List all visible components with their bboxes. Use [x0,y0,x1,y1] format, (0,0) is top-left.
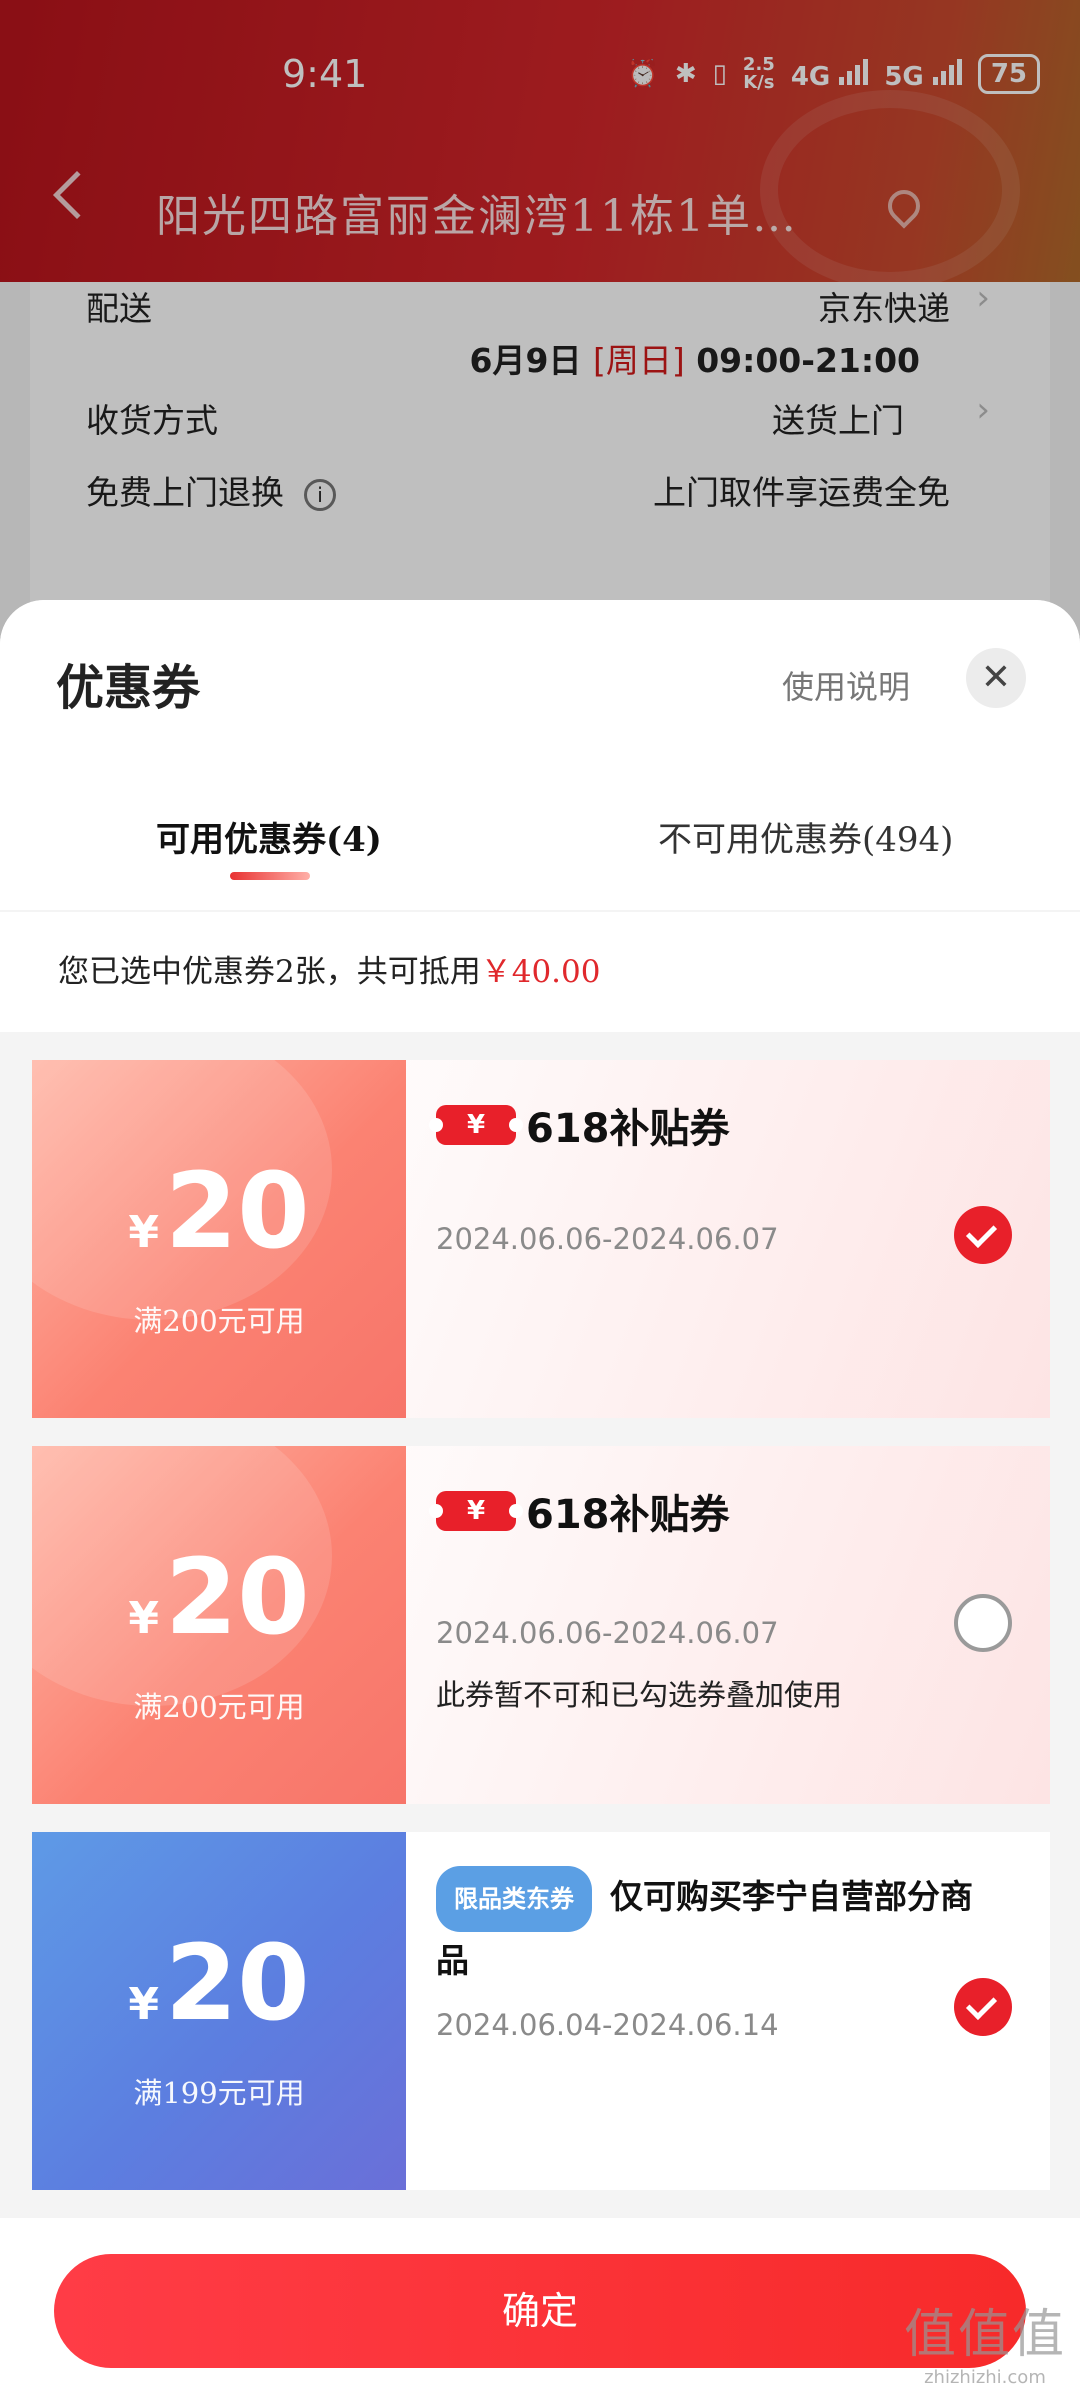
free-return-value: 上门取件享运费全免 [653,473,950,512]
coupon-name: 618补贴券 [526,1492,730,1538]
bluetooth-icon: ✱ [674,59,697,89]
coupon-card[interactable]: ¥20 满200元可用 ¥ 618补贴券 2024.06.06-2024.06.… [32,1446,1050,1804]
coupon-card[interactable]: ¥20 满200元可用 ¥ 618补贴券 2024.06.06-2024.06.… [32,1060,1050,1418]
signal-bars-icon [839,57,869,85]
delivery-weekday: [周日] [592,341,685,380]
coupon-amount: ¥20 [32,1928,406,2060]
delivery-row[interactable]: 配送 京东快递 [86,282,950,330]
status-time: 9:41 [282,52,368,96]
battery-icon: 75 [977,54,1040,94]
coupon-name: 618补贴券 [526,1106,730,1152]
signal-4g-label: 4G [790,61,831,92]
confirm-button[interactable]: 确定 [54,2254,1026,2368]
usage-instructions-link[interactable]: 使用说明 [782,662,910,708]
coupon-sheet: 优惠券 使用说明 ✕ 可用优惠券(4) 不可用优惠券(494) 您已选中优惠券2… [0,600,1080,2400]
coupon-amount: ¥20 [32,1156,406,1288]
receive-method-label: 收货方式 [86,401,218,440]
currency-symbol: ¥ [128,1979,159,2030]
currency-symbol: ¥ [128,1207,159,1258]
delivery-date: 6月9日 [469,341,582,380]
coupon-title: ¥ 618补贴券 [429,1096,730,1154]
summary-amount: ￥40.00 [480,954,601,990]
back-arrow-icon[interactable] [52,170,102,220]
status-bar: 9:41 ⏰ ✱ ▯ 2.5 K/s 4G 5G 75 [0,0,1080,150]
signal-5g-label: 5G [884,61,924,92]
yen-ticket-icon: ¥ [429,1105,523,1145]
coupon-validity: 2024.06.06-2024.06.07 [436,1616,779,1650]
coupon-title: 限品类东券 仅可购买李宁自营部分商品 [436,1866,996,1990]
coupon-amount-value: 20 [164,1536,310,1658]
delivery-value: 京东快递 [818,289,950,328]
coupon-condition: 满200元可用 [133,1304,305,1338]
coupon-title: ¥ 618补贴券 [429,1482,730,1540]
coupon-amount-value: 20 [164,1922,310,2044]
receive-method-value: 送货上门 [772,401,904,440]
watermark-logo: 值值值 zhizhizhi.com [904,2292,1066,2388]
net-speed: 2.5 K/s [743,56,775,92]
yen-ticket-icon: ¥ [429,1491,523,1531]
signal-4g: 4G [791,57,869,92]
coupon-validity: 2024.06.04-2024.06.14 [436,2008,779,2042]
coupon-condition: 满199元可用 [133,2076,305,2110]
summary-text: 您已选中优惠券2张，共可抵用 [58,954,481,990]
sheet-title: 优惠券 [56,660,201,716]
delivery-address[interactable]: 阳光四路富丽金澜湾11栋1单… [156,180,798,244]
info-icon[interactable]: i [304,479,336,511]
receive-method-row[interactable]: 收货方式 送货上门 [86,394,950,442]
coupon-validity: 2024.06.06-2024.06.07 [436,1222,779,1256]
coupon-checkbox-unchecked[interactable] [954,1594,1012,1652]
coupon-amount: ¥20 [32,1542,406,1674]
delivery-hours: 09:00-21:00 [696,341,920,380]
delivery-time: 6月9日 [周日] 09:00-21:00 [470,334,920,382]
watermark-url: zhizhizhi.com [924,2367,1046,2388]
close-button[interactable]: ✕ [966,648,1026,708]
currency-symbol: ¥ [128,1593,159,1644]
coupon-stack-note: 此券暂不可和已勾选券叠加使用 [436,1678,843,1712]
order-details-card: 配送 京东快递 › 6月9日 [周日] 09:00-21:00 收货方式 送货上… [30,278,1050,612]
coupon-value-panel: ¥20 满199元可用 [32,1832,406,2190]
bottom-action-bar: 确定 值值值 zhizhizhi.com [0,2218,1080,2400]
sheet-header: 优惠券 使用说明 ✕ 可用优惠券(4) 不可用优惠券(494) [0,600,1080,910]
alarm-icon: ⏰ [626,59,659,89]
coupon-checkbox-checked[interactable] [954,1206,1012,1264]
status-icons: ⏰ ✱ ▯ 2.5 K/s 4G 5G 75 [626,54,1040,94]
order-details-background: 配送 京东快递 › 6月9日 [周日] 09:00-21:00 收货方式 送货上… [0,278,1080,612]
coupon-value-panel: ¥20 满200元可用 [32,1060,406,1418]
signal-5g: 5G [884,57,962,92]
category-tag: 限品类东券 [436,1866,592,1932]
tab-available-coupons[interactable]: 可用优惠券(4) [156,812,382,861]
active-tab-indicator [230,872,310,880]
tab-unavailable-coupons[interactable]: 不可用优惠券(494) [658,812,953,861]
free-return-label: 免费上门退换 [86,473,284,512]
coupon-value-panel: ¥20 满200元可用 [32,1446,406,1804]
selection-summary: 您已选中优惠券2张，共可抵用￥40.00 [0,912,1080,1032]
net-speed-unit: K/s [743,72,775,93]
coupon-checkbox-checked[interactable] [954,1978,1012,2036]
chevron-right-icon: › [976,390,990,430]
signal-bars-icon [932,57,962,85]
coupon-amount-value: 20 [164,1150,310,1272]
chevron-right-icon: › [976,278,990,318]
coupon-card[interactable]: ¥20 满199元可用 限品类东券 仅可购买李宁自营部分商品 2024.06.04… [32,1832,1050,2190]
vibrate-icon: ▯ [712,59,727,89]
delivery-label: 配送 [86,289,152,328]
watermark-text: 值值值 [903,2305,1066,2365]
coupon-condition: 满200元可用 [133,1690,305,1724]
top-header-bar: 9:41 ⏰ ✱ ▯ 2.5 K/s 4G 5G 75 阳光四路富丽金澜湾11栋… [0,0,1080,282]
free-return-row[interactable]: 免费上门退换 i 上门取件享运费全免 [86,466,950,514]
